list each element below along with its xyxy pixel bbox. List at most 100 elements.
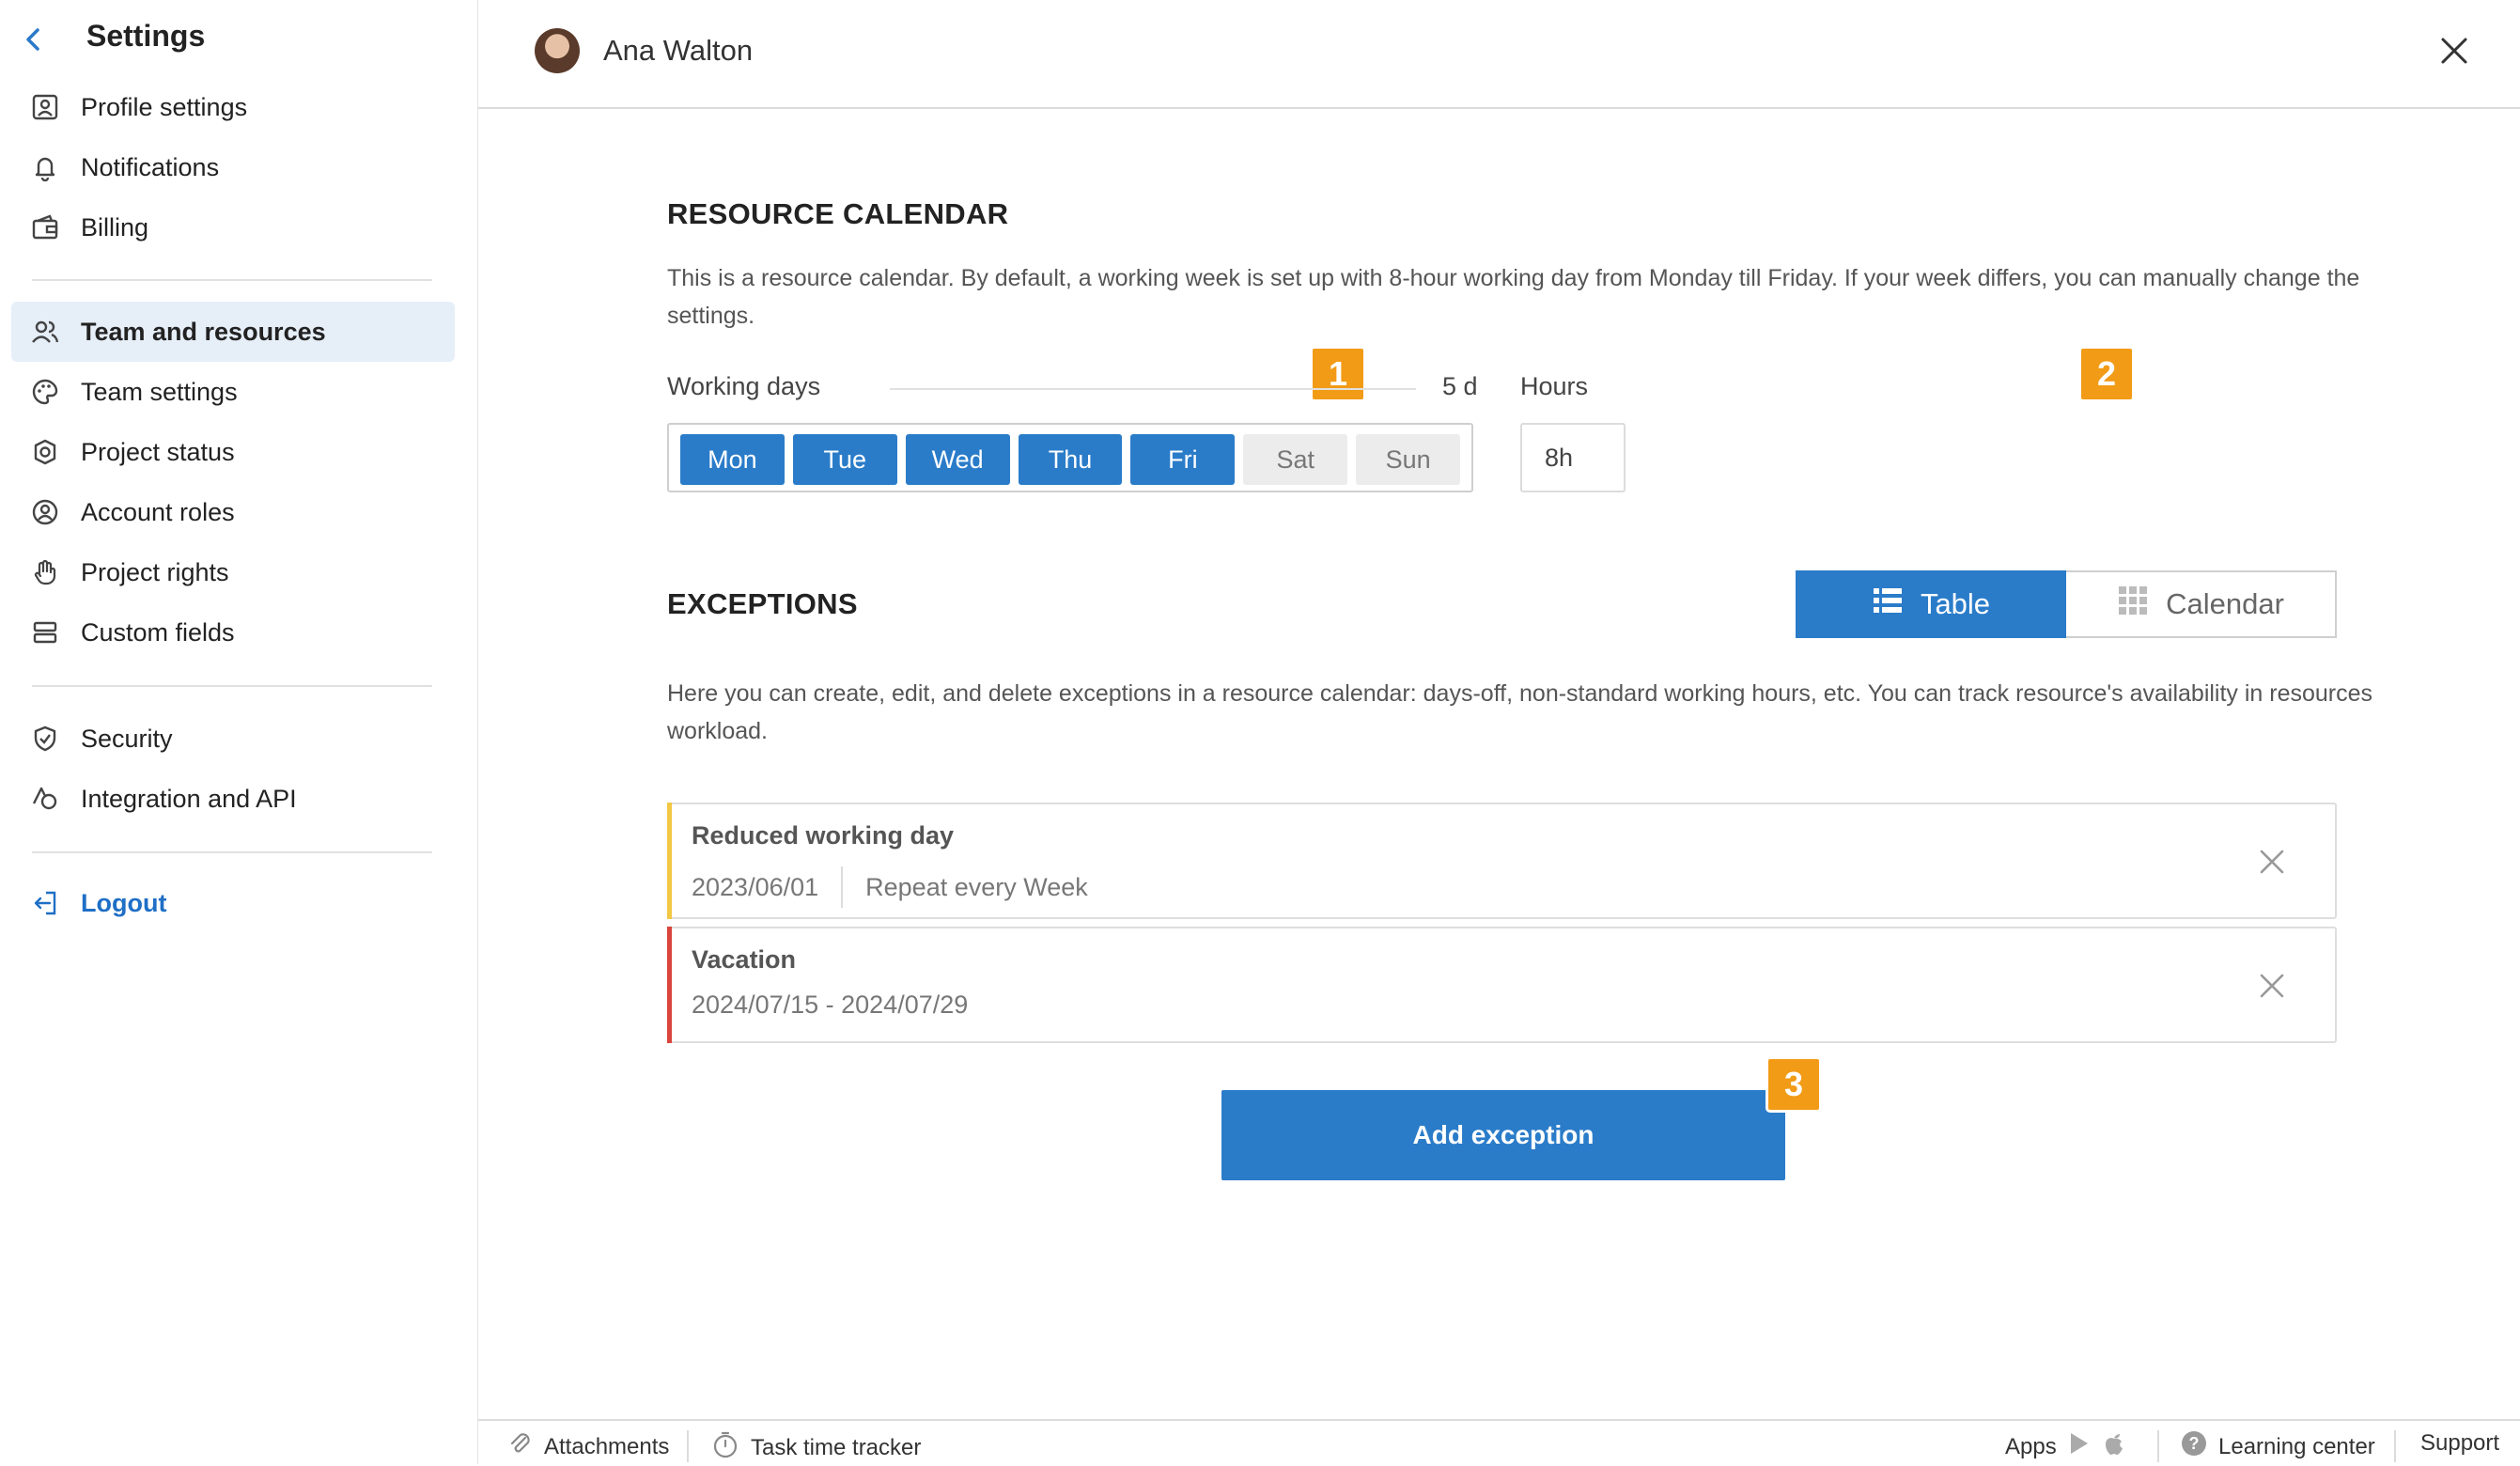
sidebar-item-project-rights[interactable]: Project rights bbox=[11, 542, 455, 602]
fields-icon bbox=[28, 616, 62, 649]
exception-repeat: Repeat every Week bbox=[865, 872, 1088, 901]
bell-icon bbox=[28, 150, 62, 184]
stopwatch-icon bbox=[711, 1430, 739, 1465]
user-name: Ana Walton bbox=[603, 34, 754, 67]
calendar-view-label: Calendar bbox=[2166, 587, 2284, 620]
day-toggle-wed[interactable]: Wed bbox=[905, 434, 1010, 485]
exception-color-bar bbox=[667, 803, 672, 919]
sidebar-item-label: Billing bbox=[81, 212, 149, 242]
footer-divider bbox=[2394, 1430, 2396, 1462]
exception-details: 2023/06/01 Repeat every Week bbox=[692, 866, 1088, 908]
learning-center-link[interactable]: ? Learning center bbox=[2181, 1430, 2375, 1463]
apple-icon[interactable] bbox=[2102, 1430, 2126, 1463]
exception-title: Vacation bbox=[692, 945, 797, 974]
settings-sidebar: Settings Profile settings Notifications … bbox=[0, 0, 478, 1464]
close-icon[interactable] bbox=[2437, 34, 2471, 68]
sidebar-divider bbox=[32, 851, 432, 853]
svg-text:?: ? bbox=[2189, 1434, 2200, 1453]
delete-exception-icon[interactable] bbox=[2256, 846, 2288, 878]
exceptions-title: EXCEPTIONS bbox=[667, 587, 858, 620]
sidebar-item-label: Notifications bbox=[81, 152, 220, 181]
avatar bbox=[535, 28, 580, 73]
sidebar-divider bbox=[32, 279, 432, 281]
support-link[interactable]: Support bbox=[2420, 1430, 2499, 1457]
day-toggle-thu[interactable]: Thu bbox=[1018, 434, 1123, 485]
step-badge-2: 2 bbox=[2078, 346, 2135, 402]
footer-divider bbox=[687, 1430, 689, 1462]
sidebar-item-project-status[interactable]: Project status bbox=[11, 422, 455, 482]
exceptions-description: Here you can create, edit, and delete ex… bbox=[667, 680, 2373, 744]
step-badge-3: 3 bbox=[1766, 1056, 1822, 1113]
sidebar-item-account-roles[interactable]: Account roles bbox=[11, 482, 455, 542]
hours-input[interactable]: 8h bbox=[1520, 423, 1626, 492]
day-toggle-sun[interactable]: Sun bbox=[1356, 434, 1461, 485]
sidebar-item-billing[interactable]: Billing bbox=[11, 197, 455, 257]
sidebar-item-label: Team and resources bbox=[81, 317, 326, 346]
sidebar-item-label: Team settings bbox=[81, 377, 238, 406]
task-time-tracker-label: Task time tracker bbox=[751, 1434, 922, 1460]
day-toggle-sat[interactable]: Sat bbox=[1243, 434, 1348, 485]
sidebar-item-security[interactable]: Security bbox=[11, 709, 455, 769]
sidebar-item-notifications[interactable]: Notifications bbox=[11, 137, 455, 197]
back-arrow-icon[interactable] bbox=[21, 23, 47, 56]
working-days-divider bbox=[890, 388, 1416, 390]
resource-calendar-title: RESOURCE CALENDAR bbox=[667, 197, 1009, 230]
delete-exception-icon[interactable] bbox=[2256, 970, 2288, 1002]
apps-link[interactable]: Apps bbox=[2005, 1430, 2126, 1463]
sidebar-item-custom-fields[interactable]: Custom fields bbox=[11, 602, 455, 663]
panel-header: Ana Walton bbox=[478, 0, 2520, 109]
sidebar-item-integration-and-api[interactable]: Integration and API bbox=[11, 769, 455, 829]
exception-details: 2024/07/15 - 2024/07/29 bbox=[692, 990, 968, 1020]
paperclip-icon bbox=[506, 1430, 533, 1463]
wallet-icon bbox=[28, 211, 62, 244]
exception-row[interactable]: Vacation 2024/07/15 - 2024/07/29 bbox=[667, 927, 2337, 1043]
grid-icon bbox=[2117, 585, 2149, 624]
attachments-label: Attachments bbox=[544, 1433, 670, 1459]
palette-icon bbox=[28, 375, 62, 409]
sidebar-header: Settings bbox=[0, 0, 477, 79]
exception-color-bar bbox=[667, 927, 672, 1043]
sidebar-item-label: Custom fields bbox=[81, 617, 235, 647]
sidebar-item-label: Project status bbox=[81, 437, 235, 466]
sidebar-item-label: Project rights bbox=[81, 557, 229, 586]
sidebar-item-label: Profile settings bbox=[81, 92, 248, 121]
hours-label: Hours bbox=[1520, 372, 1589, 400]
sidebar-item-label: Account roles bbox=[81, 497, 235, 526]
user-circle-icon bbox=[28, 495, 62, 529]
table-view-button[interactable]: Table bbox=[1796, 570, 2066, 638]
sidebar-item-profile-settings[interactable]: Profile settings bbox=[11, 77, 455, 137]
sidebar-item-label: Integration and API bbox=[81, 784, 297, 813]
profile-icon bbox=[28, 90, 62, 124]
step-badge-1: 1 bbox=[1310, 346, 1366, 402]
add-exception-button[interactable]: Add exception bbox=[1221, 1090, 1785, 1180]
exception-row[interactable]: Reduced working day 2023/06/01 Repeat ev… bbox=[667, 803, 2337, 919]
sidebar-item-label: Security bbox=[81, 724, 173, 753]
day-toggle-tue[interactable]: Tue bbox=[792, 434, 897, 485]
hand-icon bbox=[28, 555, 62, 589]
calendar-view-button[interactable]: Calendar bbox=[2066, 570, 2337, 638]
learning-center-label: Learning center bbox=[2218, 1433, 2375, 1459]
resource-calendar-description: This is a resource calendar. By default,… bbox=[667, 265, 2360, 329]
sidebar-item-team-and-resources[interactable]: Team and resources bbox=[11, 302, 455, 362]
main-panel: Ana Walton RESOURCE CALENDAR This is a r… bbox=[478, 0, 2520, 1466]
table-view-label: Table bbox=[1920, 587, 1991, 620]
help-icon: ? bbox=[2181, 1430, 2207, 1463]
exception-title: Reduced working day bbox=[692, 821, 955, 850]
footer-divider bbox=[2157, 1430, 2159, 1462]
list-icon bbox=[1872, 585, 1904, 624]
footer-bar: Attachments Task time tracker Apps ? Lea… bbox=[478, 1419, 2520, 1466]
shield-icon bbox=[28, 722, 62, 756]
sidebar-item-team-settings[interactable]: Team settings bbox=[11, 362, 455, 422]
day-toggle-fri[interactable]: Fri bbox=[1130, 434, 1236, 485]
logout-label: Logout bbox=[81, 888, 167, 917]
task-time-tracker-link[interactable]: Task time tracker bbox=[711, 1430, 921, 1465]
details-divider bbox=[841, 866, 844, 908]
apps-label: Apps bbox=[2005, 1433, 2057, 1459]
sidebar-divider bbox=[32, 685, 432, 687]
working-days-selector: Mon Tue Wed Thu Fri Sat Sun bbox=[667, 423, 1473, 492]
google-play-icon[interactable] bbox=[2068, 1431, 2091, 1462]
day-toggle-mon[interactable]: Mon bbox=[680, 434, 785, 485]
logout-link[interactable]: Logout bbox=[11, 873, 455, 933]
exception-date: 2024/07/15 - 2024/07/29 bbox=[692, 990, 969, 1019]
attachments-link[interactable]: Attachments bbox=[506, 1430, 669, 1463]
